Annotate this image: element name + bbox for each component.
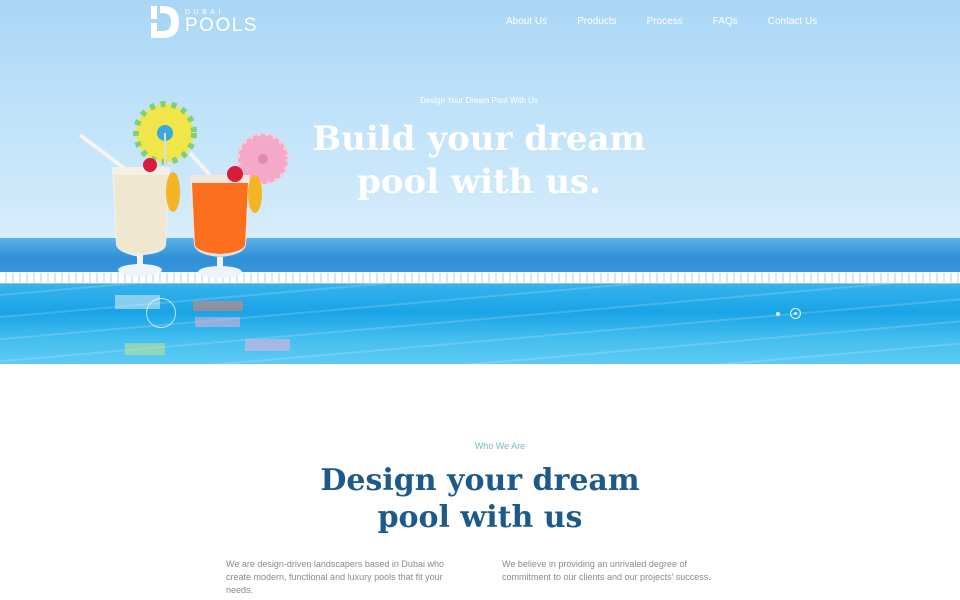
nav-products[interactable]: Products: [577, 16, 616, 27]
about-kicker: Who We Are: [474, 441, 526, 451]
play-video-button[interactable]: [146, 298, 176, 328]
logo-big-text: POOLS: [185, 15, 258, 36]
cocktails-illustration: [78, 101, 290, 355]
logo-mark-icon: [151, 6, 179, 38]
about-column-1: We are design-driven landscapers based i…: [226, 559, 444, 595]
about-column-2: We believe in providing an unrivaled deg…: [502, 559, 711, 582]
hero-banner: DUBAI POOLS About Us Products Process FA…: [0, 0, 960, 364]
about-title: Design your dream pool with us: [320, 463, 640, 535]
main-nav: About Us Products Process FAQs Contact U…: [506, 16, 817, 27]
slider-dot-1[interactable]: [776, 312, 780, 316]
slider-dot-2-active[interactable]: [790, 308, 801, 319]
site-logo[interactable]: DUBAI POOLS: [150, 4, 260, 40]
nav-process[interactable]: Process: [647, 16, 683, 27]
hero-kicker: Design Your Dream Pool With Us: [420, 96, 538, 105]
nav-contact-us[interactable]: Contact Us: [768, 16, 817, 27]
nav-faqs[interactable]: FAQs: [713, 16, 738, 27]
hero-title: Build your dream pool with us.: [312, 119, 646, 202]
nav-about-us[interactable]: About Us: [506, 16, 547, 27]
